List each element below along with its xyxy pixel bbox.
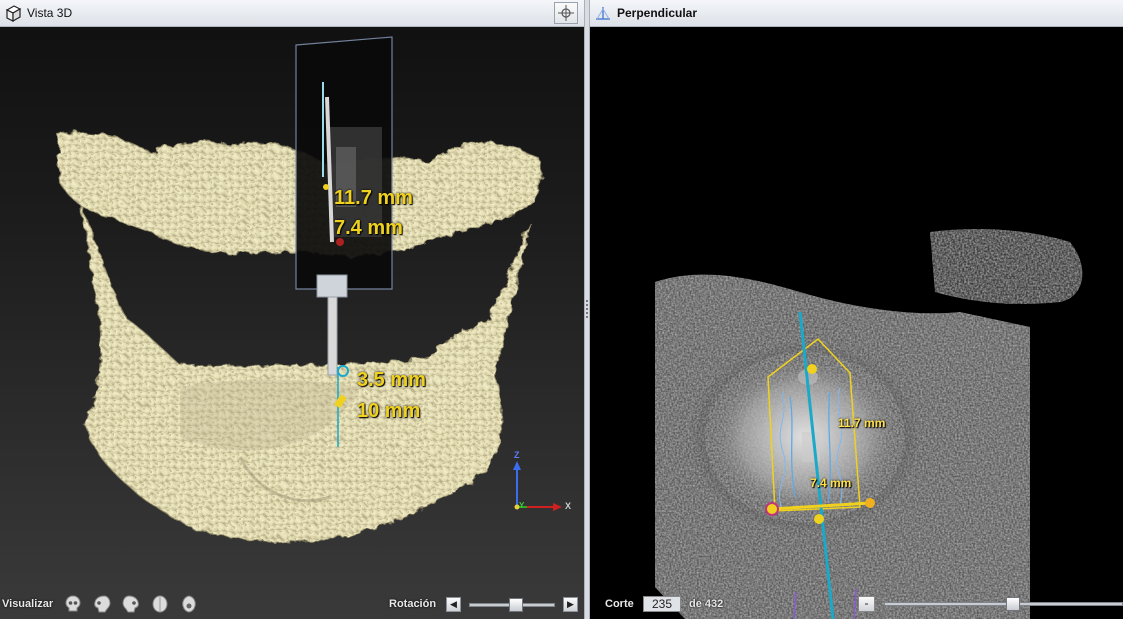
perpendicular-icon	[596, 7, 610, 20]
perpendicular-panel: Perpendicular 11.7 mm 7.4 mm Corte 235 d…	[590, 0, 1123, 619]
ct-slice-image	[655, 229, 1083, 619]
skull-front-icon	[65, 595, 81, 612]
implant-abutment	[316, 274, 348, 298]
cube-icon	[5, 5, 22, 23]
axis-label-z: Z	[514, 450, 520, 460]
vista-3d-titlebar: Vista 3D	[0, 0, 584, 27]
vista-3d-title: Vista 3D	[27, 6, 73, 20]
center-view-button[interactable]	[554, 2, 578, 24]
axis-label-x: X	[565, 501, 572, 511]
skull-right-icon	[122, 595, 140, 613]
view-top-button[interactable]	[150, 594, 170, 614]
perpendicular-title: Perpendicular	[617, 6, 698, 20]
perpendicular-titlebar: Perpendicular	[590, 0, 1123, 27]
slice-number-input[interactable]: 235	[643, 596, 681, 612]
perpendicular-viewport[interactable]: 11.7 mm 7.4 mm	[590, 27, 1123, 619]
skull-bottom-icon	[182, 595, 196, 613]
mandible-3d-render	[57, 36, 562, 543]
measure-label-3-5: 3.5 mm	[357, 369, 426, 391]
vista-3d-toolbar: Visualizar Rotación ◀ ▶	[0, 589, 584, 619]
slice-decrement-button[interactable]: -	[858, 596, 875, 612]
rotation-right-button[interactable]: ▶	[563, 597, 578, 612]
visualize-label: Visualizar	[2, 598, 54, 610]
slice-total-label: de 432	[689, 598, 724, 610]
measure-label-7-4: 7.4 mm	[334, 217, 403, 239]
skull-top-icon	[152, 595, 168, 613]
measure-label-11-7: 11.7 mm	[334, 187, 413, 209]
vista-3d-viewport[interactable]: 11.7 mm 7.4 mm 3.5 mm 10 mm Z Y X	[0, 27, 584, 619]
view-right-button[interactable]	[121, 594, 141, 614]
measure-label-10: 10 mm	[357, 400, 421, 422]
rotation-slider-thumb[interactable]	[508, 598, 523, 612]
vista-3d-panel: Vista 3D 11.7 mm 7.4 mm 3.5 mm 10 mm Z Y…	[0, 0, 584, 619]
slice-slider-thumb[interactable]	[1005, 597, 1020, 611]
skull-left-icon	[94, 595, 111, 613]
slice-label: Corte	[605, 598, 634, 610]
slice-measure-label-7-4: 7.4 mm	[810, 476, 852, 490]
perpendicular-toolbar: Corte 235 de 432 -	[590, 589, 1123, 619]
rotation-label: Rotación	[389, 598, 437, 610]
rotation-left-button[interactable]: ◀	[446, 597, 461, 612]
slice-measure-label-11-7: 11.7 mm	[838, 416, 886, 430]
axis-label-y: Y	[519, 501, 525, 510]
view-left-button[interactable]	[92, 594, 112, 614]
view-bottom-button[interactable]	[179, 594, 199, 614]
slice-slider[interactable]	[884, 602, 1123, 606]
view-front-button[interactable]	[63, 594, 83, 614]
crosshair-icon	[558, 5, 574, 21]
